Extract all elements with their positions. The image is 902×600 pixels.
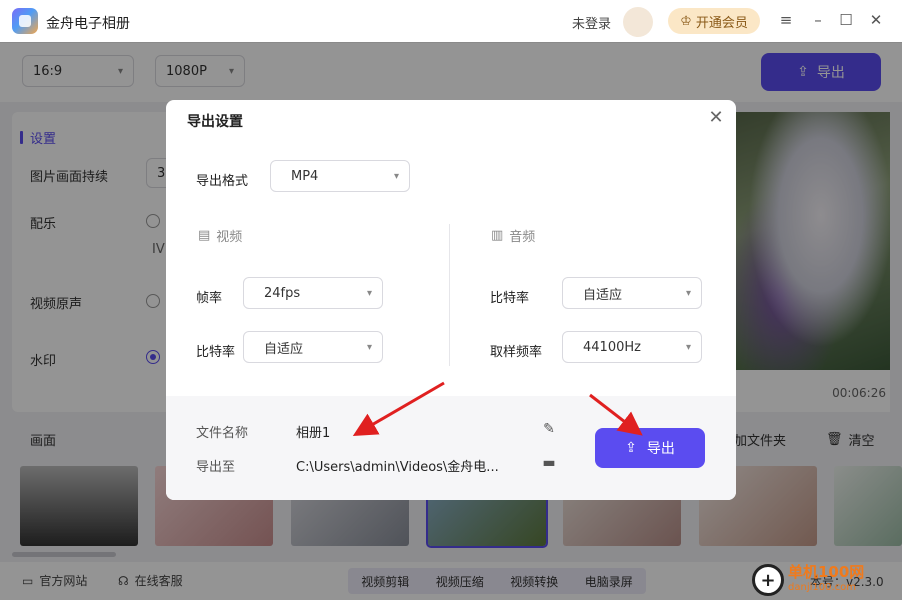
framerate-select[interactable]: 24fps ▾	[243, 277, 383, 309]
site-watermark: + 单机100网 danji100.com	[752, 560, 898, 600]
samplerate-label: 取样频率	[490, 345, 543, 360]
film-icon: ▤	[198, 228, 211, 243]
audio-bitrate-select[interactable]: 自适应 ▾	[562, 277, 702, 309]
dialog-footer: 文件名称 相册1 ✎ 导出至 C:\Users\admin\Videos\金舟电…	[166, 396, 736, 500]
edit-pencil-icon[interactable]: ✎	[540, 421, 558, 439]
waveform-icon: ▥	[491, 228, 504, 243]
menu-icon[interactable]: ≡	[776, 10, 796, 30]
format-value: MP4	[291, 168, 319, 184]
dialog-export-label: 导出	[646, 441, 675, 457]
audio-bitrate-value: 自适应	[583, 287, 623, 303]
maximize-icon[interactable]: ☐	[836, 10, 856, 30]
app-logo-icon	[12, 8, 38, 34]
filename-value[interactable]: 相册1	[296, 422, 330, 441]
chevron-down-icon: ▾	[685, 287, 691, 299]
crown-icon: ♔	[680, 13, 692, 29]
dialog-export-button[interactable]: ⇪ 导出	[595, 428, 705, 468]
chevron-down-icon: ▾	[685, 341, 691, 353]
minimize-icon[interactable]: –	[808, 10, 828, 30]
upload-icon: ⇪	[625, 440, 637, 456]
section-divider	[449, 224, 450, 366]
close-window-icon[interactable]: ✕	[866, 10, 886, 30]
chevron-down-icon: ▾	[366, 341, 372, 353]
framerate-label: 帧率	[196, 291, 223, 306]
chevron-down-icon: ▾	[393, 170, 399, 182]
exportto-path: C:\Users\admin\Videos\金舟电...	[296, 460, 499, 475]
video-section-label: 视频	[216, 230, 243, 245]
format-label: 导出格式	[196, 174, 249, 189]
watermark-logo-icon: +	[752, 564, 784, 596]
dialog-title: 导出设置	[187, 114, 243, 130]
audio-section-label: 音频	[509, 230, 536, 245]
exportto-label: 导出至	[196, 460, 236, 475]
folder-icon[interactable]: ▬	[540, 455, 558, 473]
vip-button-label: 开通会员	[695, 15, 748, 31]
app-title: 金舟电子相册	[46, 16, 130, 32]
avatar[interactable]	[623, 7, 653, 37]
video-section-header: ▤ 视频	[198, 226, 242, 245]
close-icon[interactable]: ✕	[706, 108, 726, 128]
video-bitrate-label: 比特率	[196, 345, 236, 360]
watermark-url: danji100.com	[788, 582, 856, 593]
export-settings-dialog: 导出设置 ✕ 导出格式 MP4 ▾ ▤ 视频 ▥ 音频 帧率 24fps ▾ 比…	[166, 100, 736, 500]
vip-button[interactable]: ♔ 开通会员	[668, 8, 760, 34]
watermark-site: 单机100网	[788, 563, 865, 581]
samplerate-value: 44100Hz	[583, 339, 641, 355]
format-select[interactable]: MP4 ▾	[270, 160, 410, 192]
video-bitrate-value: 自适应	[264, 341, 304, 357]
video-bitrate-select[interactable]: 自适应 ▾	[243, 331, 383, 363]
audio-section-header: ▥ 音频	[491, 226, 535, 245]
audio-bitrate-label: 比特率	[490, 291, 530, 306]
framerate-value: 24fps	[264, 285, 301, 301]
login-status[interactable]: 未登录	[572, 13, 611, 32]
samplerate-select[interactable]: 44100Hz ▾	[562, 331, 702, 363]
title-bar: 金舟电子相册 未登录 ♔ 开通会员 ≡ – ☐ ✕	[0, 0, 902, 42]
chevron-down-icon: ▾	[366, 287, 372, 299]
filename-label: 文件名称	[196, 426, 249, 441]
